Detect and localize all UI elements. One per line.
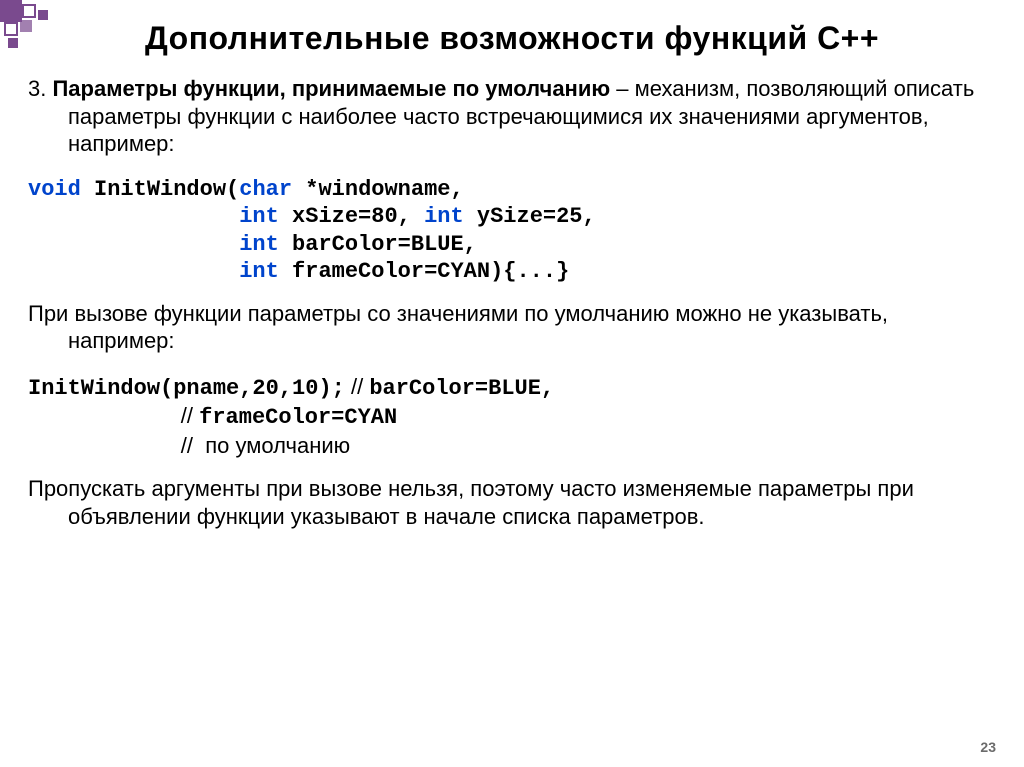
code-text: ySize=25,: [464, 204, 596, 229]
code-text: barColor=BLUE,: [369, 376, 554, 401]
code-indent: [28, 204, 239, 229]
code-text: InitWindow(: [81, 177, 239, 202]
intro-number: 3.: [28, 76, 52, 101]
kw-void: void: [28, 177, 81, 202]
intro-bold: Параметры функции, принимаемые по умолча…: [52, 76, 610, 101]
code-text: InitWindow(pname,20,10);: [28, 376, 345, 401]
comment-slashes: //: [345, 374, 369, 399]
code-text: frameColor=CYAN: [199, 405, 397, 430]
code-text: barColor=BLUE,: [279, 232, 477, 257]
page-number: 23: [980, 739, 996, 755]
intro-paragraph: 3. Параметры функции, принимаемые по умо…: [28, 75, 996, 158]
comment-slashes: //: [28, 433, 205, 458]
kw-int: int: [239, 232, 279, 257]
code-block-declaration: void InitWindow(char *windowname, int xS…: [28, 176, 996, 286]
kw-char: char: [239, 177, 292, 202]
mid-paragraph: При вызове функции параметры со значения…: [28, 300, 996, 355]
comment-slashes: //: [28, 403, 199, 428]
slide-title: Дополнительные возможности функций С++: [28, 20, 996, 57]
code-indent: [28, 232, 239, 257]
kw-int: int: [239, 259, 279, 284]
comment-text: по умолчанию: [205, 433, 350, 458]
corner-decoration: [0, 0, 80, 50]
outro-paragraph: Пропускать аргументы при вызове нельзя, …: [28, 475, 996, 530]
kw-int: int: [239, 204, 279, 229]
code-text: frameColor=CYAN){...}: [279, 259, 569, 284]
kw-int: int: [424, 204, 464, 229]
code-text: xSize=80,: [279, 204, 424, 229]
code-block-call: InitWindow(pname,20,10); // barColor=BLU…: [28, 373, 996, 462]
code-text: *windowname,: [292, 177, 464, 202]
code-indent: [28, 259, 239, 284]
